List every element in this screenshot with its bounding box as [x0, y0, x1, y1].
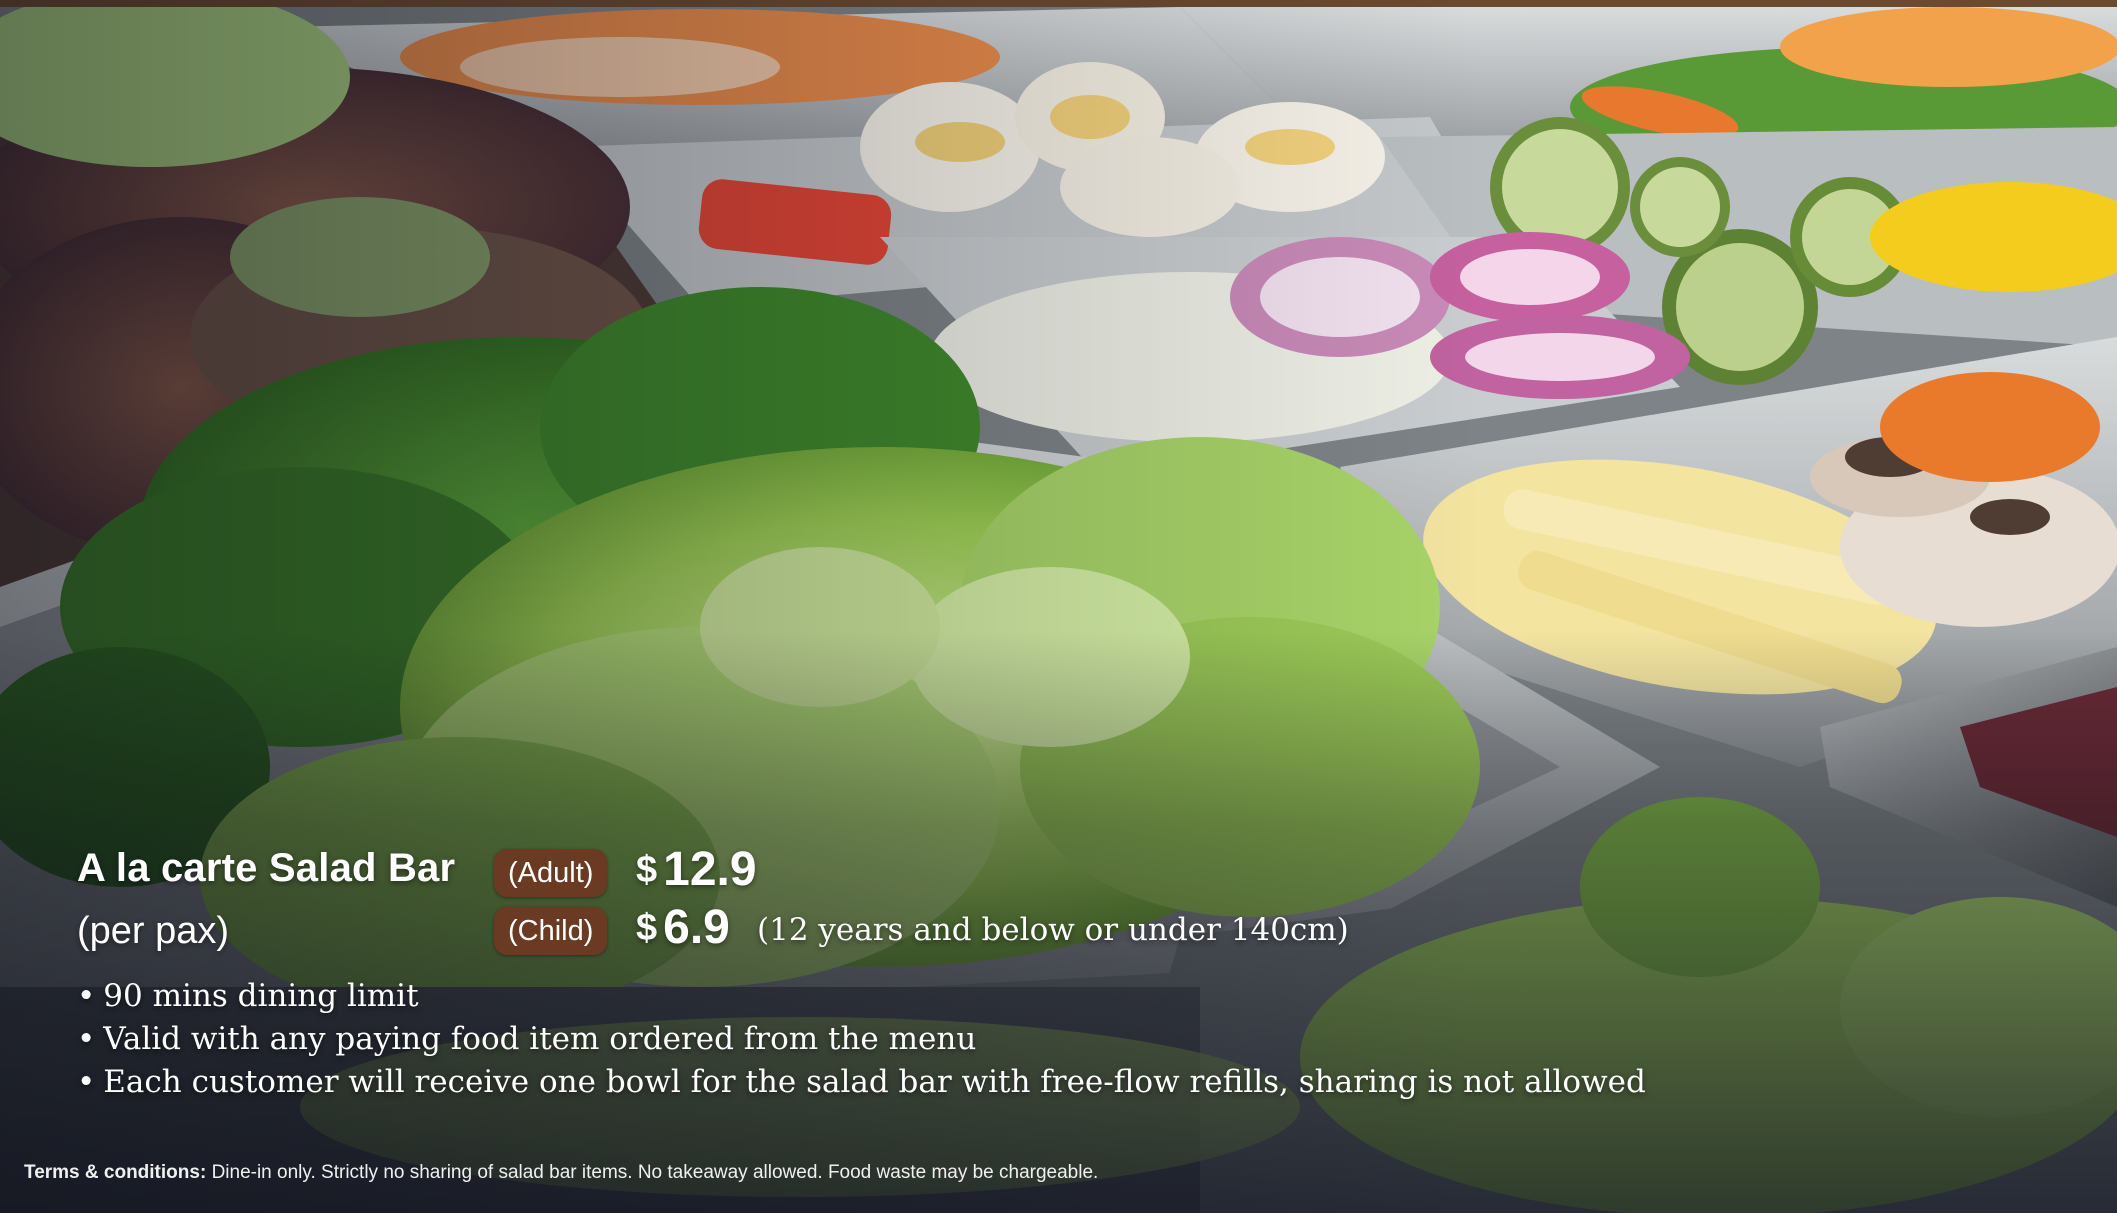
promo-title: A la carte Salad Bar [77, 846, 456, 890]
adult-price-value: 12.9 [663, 843, 757, 896]
child-price: $6.9 [636, 900, 730, 955]
list-item: • 90 mins dining limit [77, 978, 419, 1014]
per-pax-label: (per pax) [77, 910, 230, 952]
adult-price: $12.9 [636, 842, 757, 897]
terms-and-conditions: Terms & conditions: Dine-in only. Strict… [24, 1162, 1098, 1184]
child-eligibility-note: (12 years and below or under 140cm) [757, 912, 1349, 948]
child-badge: (Child) [494, 907, 608, 955]
terms-label: Terms & conditions: [24, 1162, 207, 1183]
child-price-value: 6.9 [663, 901, 730, 954]
conditions-list: • 90 mins dining limit • Valid with any pa… [77, 975, 1646, 1104]
child-currency: $ [636, 907, 658, 949]
terms-text: Dine-in only. Strictly no sharing of sal… [211, 1162, 1099, 1183]
list-item-text: Valid with any paying food item ordered … [103, 1021, 977, 1057]
adult-badge: (Adult) [494, 849, 608, 897]
list-item: • Valid with any paying food item ordered… [77, 1021, 977, 1057]
list-item-text: 90 mins dining limit [103, 978, 419, 1014]
adult-currency: $ [636, 849, 658, 891]
salad-bar-promo-banner: A la carte Salad Bar (per pax) (Adult) $… [0, 0, 2117, 1213]
list-item: • Each customer will receive one bowl for… [77, 1064, 1646, 1100]
list-item-text: Each customer will receive one bowl for … [103, 1064, 1646, 1100]
